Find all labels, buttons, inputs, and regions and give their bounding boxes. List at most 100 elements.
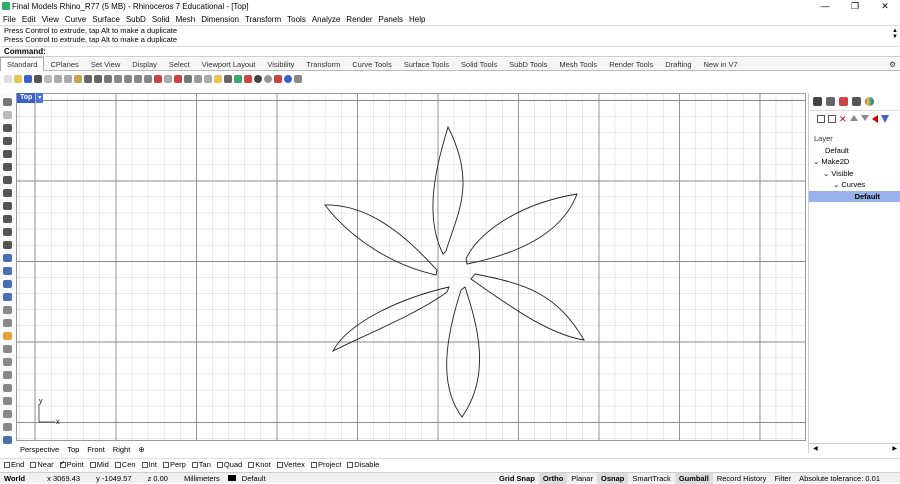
- checkbox[interactable]: [89, 461, 96, 468]
- tab-drafting[interactable]: Drafting: [659, 58, 697, 71]
- checkbox[interactable]: [30, 461, 37, 468]
- shade-icon[interactable]: [184, 75, 192, 83]
- circle-tool-icon[interactable]: [3, 150, 12, 158]
- units-label[interactable]: Millimeters: [180, 473, 224, 484]
- tab-transform[interactable]: Transform: [300, 58, 346, 71]
- restore-button[interactable]: ❐: [840, 0, 870, 13]
- split-tool-icon[interactable]: [3, 358, 12, 366]
- group-tool-icon[interactable]: [3, 384, 12, 392]
- menu-edit[interactable]: Edit: [19, 15, 39, 24]
- light-bulb-icon[interactable]: [214, 75, 222, 83]
- select-icon[interactable]: [154, 75, 162, 83]
- delete-layer-icon[interactable]: ✕: [839, 115, 847, 124]
- dimension-tool-icon[interactable]: [3, 410, 12, 418]
- minimize-button[interactable]: —: [810, 0, 840, 13]
- properties-tab-icon[interactable]: [813, 97, 822, 106]
- current-layer[interactable]: Default: [224, 473, 274, 484]
- move-down-icon[interactable]: [861, 115, 869, 121]
- menu-analyze[interactable]: Analyze: [309, 15, 343, 24]
- explode-tool-icon[interactable]: [3, 371, 12, 379]
- new-file-icon[interactable]: [4, 75, 12, 83]
- rectangle-tool-icon[interactable]: [3, 189, 12, 197]
- checkbox[interactable]: [347, 461, 354, 468]
- expand-chevron-icon[interactable]: ⌄: [813, 157, 819, 166]
- materials-tab-icon[interactable]: [839, 97, 848, 106]
- menu-mesh[interactable]: Mesh: [173, 15, 199, 24]
- rotate-view-icon[interactable]: [104, 75, 112, 83]
- copy-icon[interactable]: [64, 75, 72, 83]
- tab-mesh-tools[interactable]: Mesh Tools: [553, 58, 603, 71]
- analyze-tool-icon[interactable]: [3, 423, 12, 431]
- zoom-icon[interactable]: [114, 75, 122, 83]
- add-viewport-icon[interactable]: ⊕: [138, 445, 144, 454]
- ghosted-icon[interactable]: [194, 75, 202, 83]
- select-tool-icon[interactable]: [3, 98, 12, 106]
- new-layer-icon[interactable]: [817, 115, 825, 123]
- osnap-mid[interactable]: Mid: [89, 460, 109, 469]
- checkbox[interactable]: [191, 461, 198, 468]
- cut-icon[interactable]: [54, 75, 62, 83]
- osnap-disable[interactable]: Disable: [347, 460, 379, 469]
- command-line[interactable]: Command:: [0, 46, 900, 57]
- cplane-icon[interactable]: [174, 75, 182, 83]
- point-tool-icon[interactable]: [3, 111, 12, 119]
- surface-tool-icon[interactable]: [3, 241, 12, 249]
- text-tool-icon[interactable]: [3, 397, 12, 405]
- menu-subd[interactable]: SubD: [123, 15, 149, 24]
- material-icon[interactable]: [244, 75, 252, 83]
- filter-icon[interactable]: [881, 115, 889, 123]
- print-icon[interactable]: [34, 75, 42, 83]
- top-viewport[interactable]: y x: [16, 93, 806, 441]
- join-tool-icon[interactable]: [3, 332, 12, 340]
- tab-set-view[interactable]: Set View: [85, 58, 126, 71]
- toggle-filter[interactable]: Filter: [770, 473, 795, 484]
- close-button[interactable]: ✕: [870, 0, 900, 13]
- checkbox[interactable]: [114, 461, 121, 468]
- import-icon[interactable]: [44, 75, 52, 83]
- checkbox[interactable]: [310, 461, 317, 468]
- checkbox[interactable]: [216, 461, 223, 468]
- tab-solid-tools[interactable]: Solid Tools: [455, 58, 503, 71]
- toggle-planar[interactable]: Planar: [567, 473, 597, 484]
- tab-top[interactable]: Top: [67, 445, 79, 454]
- extrude-tool-icon[interactable]: [3, 254, 12, 262]
- render-icon[interactable]: [274, 75, 282, 83]
- menu-help[interactable]: Help: [406, 15, 428, 24]
- grid-icon[interactable]: [164, 75, 172, 83]
- layer-row-default-selected[interactable]: Default: [809, 190, 900, 202]
- osnap-cen[interactable]: Cen: [114, 460, 136, 469]
- zoom-extents-icon[interactable]: [134, 75, 142, 83]
- lights-icon[interactable]: [204, 75, 212, 83]
- subd-tool-icon[interactable]: [3, 306, 12, 314]
- toggle-gumball[interactable]: Gumball: [674, 472, 713, 484]
- tab-render-tools[interactable]: Render Tools: [603, 58, 659, 71]
- zoom-window-icon[interactable]: [124, 75, 132, 83]
- checkbox-checked[interactable]: [59, 459, 66, 468]
- menu-view[interactable]: View: [39, 15, 62, 24]
- layer-row-make2d[interactable]: ⌄ Make2D: [809, 156, 900, 168]
- menu-surface[interactable]: Surface: [89, 15, 123, 24]
- tab-subd-tools[interactable]: SubD Tools: [503, 58, 553, 71]
- arc-tool-icon[interactable]: [3, 163, 12, 171]
- tab-front[interactable]: Front: [87, 445, 105, 454]
- move-to-parent-icon[interactable]: [872, 115, 878, 123]
- tab-viewport-layout[interactable]: Viewport Layout: [196, 58, 262, 71]
- osnap-end[interactable]: End: [4, 460, 24, 469]
- paste-icon[interactable]: [74, 75, 82, 83]
- viewport-name[interactable]: Top: [17, 93, 36, 103]
- open-file-icon[interactable]: [14, 75, 22, 83]
- checkbox[interactable]: [248, 461, 255, 468]
- toggle-record-history[interactable]: Record History: [713, 473, 771, 484]
- layer-row-default[interactable]: Default: [809, 145, 900, 157]
- menu-file[interactable]: File: [0, 15, 19, 24]
- display-tab-icon[interactable]: [826, 97, 835, 106]
- trim-tool-icon[interactable]: [3, 345, 12, 353]
- lock-icon[interactable]: [224, 75, 232, 83]
- offset-tool-icon[interactable]: [3, 228, 12, 236]
- render-sphere-icon[interactable]: [254, 75, 262, 83]
- save-icon[interactable]: [24, 75, 32, 83]
- checkbox[interactable]: [276, 461, 283, 468]
- tab-new-in-v7[interactable]: New in V7: [698, 58, 744, 71]
- osnap-tan[interactable]: Tan: [191, 460, 211, 469]
- osnap-point[interactable]: Point: [59, 459, 84, 469]
